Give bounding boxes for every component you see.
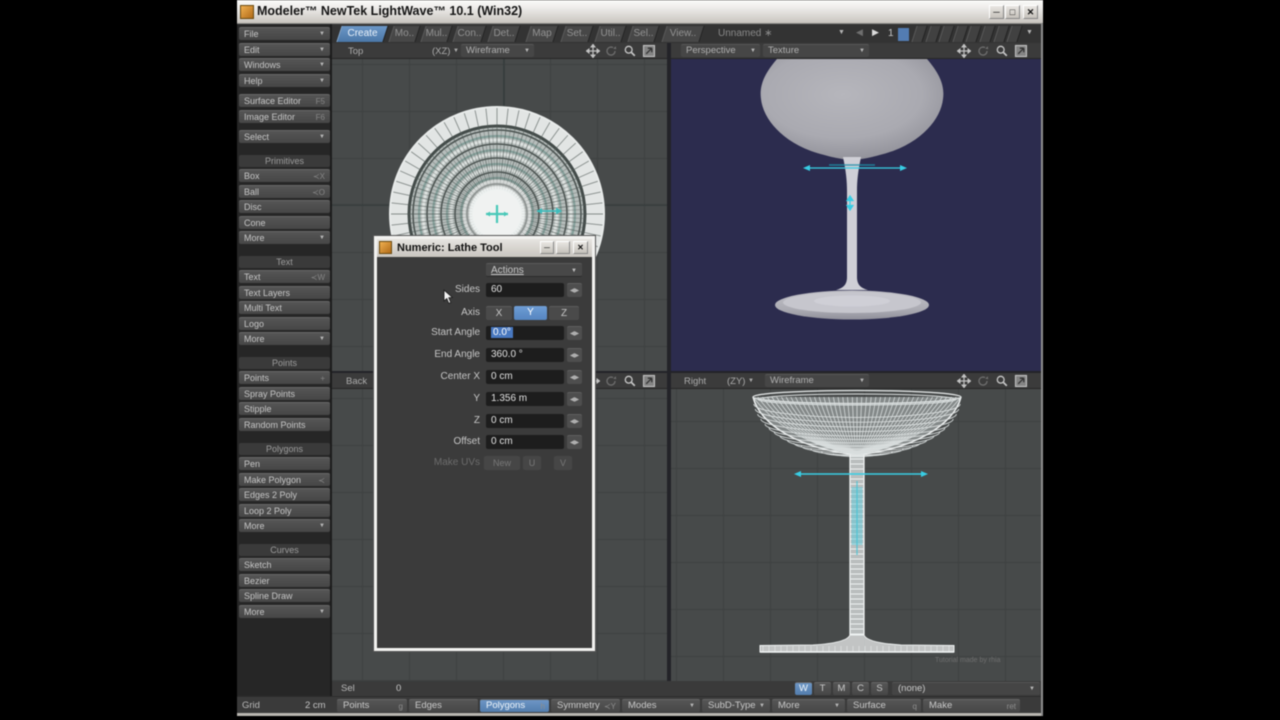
- svg-text:Tutorial made by rhia: Tutorial made by rhia: [935, 657, 1001, 664]
